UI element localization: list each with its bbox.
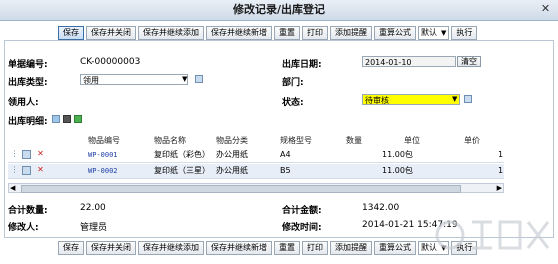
modified-time-label: 修改时间: <box>282 223 322 233</box>
save-continue-add-button[interactable]: 保存并继续添加 <box>138 241 204 255</box>
status-value: 待审核 <box>365 96 389 105</box>
col-header-name: 物品名称 <box>154 136 186 145</box>
cell-category: 办公用纸 <box>216 166 248 175</box>
doc-no-label: 单据编号: <box>8 60 48 70</box>
out-date-input[interactable]: 2014-01-10 <box>362 56 456 67</box>
drag-handle-icon[interactable]: ⋮ <box>10 166 19 175</box>
save-detail-icon[interactable] <box>63 115 71 123</box>
status-select[interactable]: 待审核 <box>362 94 460 105</box>
delete-icon[interactable]: ✕ <box>36 166 45 175</box>
save-close-button[interactable]: 保存并关闭 <box>86 241 136 255</box>
window-title: 修改记录/出库登记 <box>232 3 326 16</box>
save-continue-add-button[interactable]: 保存并继续添加 <box>138 26 204 40</box>
edit-icon[interactable] <box>22 166 31 175</box>
doc-no-value: CK-00000003 <box>80 57 141 67</box>
modifier-label: 修改人: <box>8 223 39 233</box>
add-remind-button[interactable]: 添加提醒 <box>330 26 372 40</box>
recalc-button[interactable]: 重算公式 <box>374 241 416 255</box>
col-header-unit: 单位 <box>404 136 420 145</box>
detail-label: 出库明细: <box>8 117 48 127</box>
save-button[interactable]: 保存 <box>58 241 84 255</box>
cell-code[interactable]: WP-0001 <box>88 150 118 160</box>
chevron-down-icon[interactable]: ▼ <box>182 75 187 83</box>
cell-name: 复印纸（彩色） <box>154 150 210 159</box>
out-type-select[interactable]: 领用 <box>80 74 188 85</box>
print-button[interactable]: 打印 <box>302 241 328 255</box>
scroll-left-icon[interactable]: ◀ <box>10 184 15 192</box>
close-icon[interactable]: ✕ <box>539 3 552 16</box>
cell-qty-unit: 11.00包 <box>382 150 413 159</box>
cell-qty-unit: 11.00包 <box>382 166 413 175</box>
dept-label: 部门: <box>282 78 304 88</box>
col-header-price: 单价 <box>464 136 480 145</box>
delete-icon[interactable]: ✕ <box>36 150 45 159</box>
cell-price: 1 <box>498 150 504 159</box>
scrollbar-thumb[interactable] <box>21 185 461 193</box>
out-type-label: 出库类型: <box>8 78 48 88</box>
window-titlebar: 修改记录/出库登记 ✕ <box>0 0 558 21</box>
cell-code[interactable]: WP-0002 <box>88 166 118 176</box>
reset-button[interactable]: 重置 <box>274 241 300 255</box>
col-header-qty: 数量 <box>346 136 362 145</box>
total-qty-label: 合计数量: <box>8 206 48 216</box>
chevron-down-icon[interactable]: ▼ <box>452 95 457 103</box>
modifier-value: 管理员 <box>80 223 108 233</box>
lookup-icon[interactable] <box>464 95 472 103</box>
receiver-label: 领用人: <box>8 98 39 108</box>
cell-spec: A4 <box>280 150 291 159</box>
col-header-code: 物品编号 <box>88 136 120 145</box>
horizontal-scrollbar[interactable]: ◀ ▶ <box>8 183 504 193</box>
save-button[interactable]: 保存 <box>58 26 84 40</box>
cell-spec: B5 <box>280 166 291 175</box>
col-header-spec: 规格型号 <box>280 136 312 145</box>
table-row[interactable]: ⋮ ✕ WP-0002 复印纸（三星） 办公用纸 B5 11.00包 1 <box>8 164 504 179</box>
print-button[interactable]: 打印 <box>302 26 328 40</box>
total-amount-value: 1342.00 <box>362 203 400 213</box>
status-label: 状态: <box>282 98 304 108</box>
table-row[interactable]: ⋮ ✕ WP-0001 复印纸（彩色） 办公用纸 A4 11.00包 1 <box>8 148 504 163</box>
watermark-logo <box>435 220 550 250</box>
reset-button[interactable]: 重置 <box>274 26 300 40</box>
save-continue-new-button[interactable]: 保存并继续新增 <box>206 241 272 255</box>
top-toolbar: 保存 保存并关闭 保存并继续添加 保存并继续新增 重置 打印 添加提醒 重算公式… <box>58 26 478 40</box>
recalc-button[interactable]: 重算公式 <box>374 26 416 40</box>
clear-date-button[interactable]: 清空 <box>457 56 481 67</box>
cell-name: 复印纸（三星） <box>154 166 210 175</box>
template-select[interactable]: 默认 ▼ <box>418 26 450 40</box>
cell-price: 1 <box>498 166 504 175</box>
lookup-icon[interactable] <box>195 75 203 83</box>
out-date-label: 出库日期: <box>282 60 322 70</box>
scroll-right-icon[interactable]: ▶ <box>497 184 502 192</box>
execute-button[interactable]: 执行 <box>451 26 478 40</box>
cell-category: 办公用纸 <box>216 150 248 159</box>
drag-handle-icon[interactable]: ⋮ <box>10 150 19 159</box>
add-detail-icon[interactable] <box>52 115 60 123</box>
add-remind-button[interactable]: 添加提醒 <box>330 241 372 255</box>
save-continue-new-button[interactable]: 保存并继续新增 <box>206 26 272 40</box>
edit-icon[interactable] <box>22 150 31 159</box>
bottom-toolbar: 保存 保存并关闭 保存并继续添加 保存并继续新增 重置 打印 添加提醒 重算公式… <box>58 241 478 255</box>
export-excel-icon[interactable] <box>74 115 82 123</box>
out-type-value: 领用 <box>83 76 99 85</box>
template-select-value: 默认 <box>421 28 437 37</box>
total-qty-value: 22.00 <box>80 203 106 213</box>
save-close-button[interactable]: 保存并关闭 <box>86 26 136 40</box>
total-amount-label: 合计金额: <box>282 206 322 216</box>
col-header-category: 物品分类 <box>216 136 248 145</box>
chevron-down-icon: ▼ <box>441 29 447 37</box>
